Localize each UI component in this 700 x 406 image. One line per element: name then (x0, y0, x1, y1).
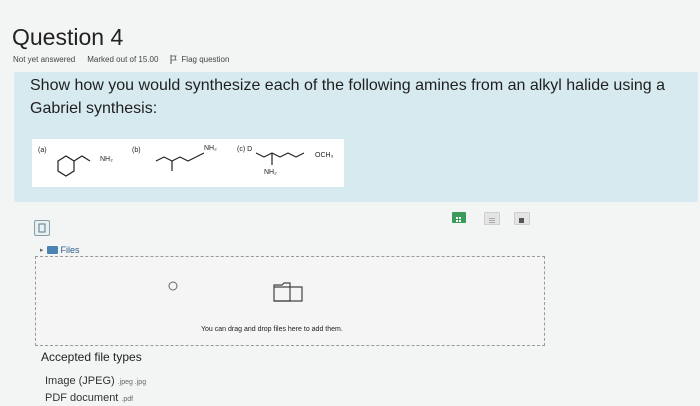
file-type-pdf: PDF document .pdf (45, 392, 133, 404)
structure-a-group: NH₂ (100, 156, 113, 163)
question-title: Question 4 (12, 24, 124, 50)
file-type-name: PDF document (45, 392, 119, 404)
view-list-button[interactable] (484, 212, 500, 225)
grid-icon (456, 217, 461, 222)
file-type-jpeg: Image (JPEG) .jpeg .jpg (45, 375, 146, 387)
list-icon (489, 218, 495, 223)
structure-b-label: (b) (132, 147, 141, 154)
marks-info: Marked out of 15.00 (87, 55, 159, 64)
file-type-ext: .jpeg .jpg (117, 379, 147, 386)
drop-instructions: You can drag and drop files here to add … (201, 326, 343, 333)
upload-folder-icon (273, 282, 303, 302)
cursor-hand-icon (168, 281, 178, 291)
structure-c-group-bottom: NH₂ (264, 169, 277, 176)
files-folder-label: Files (60, 245, 80, 255)
file-icon (38, 223, 46, 233)
question-text: Show how you would synthesize each of th… (30, 77, 666, 117)
expand-arrow-icon: ▸ (40, 247, 44, 254)
structure-c-label: (c) D (237, 146, 253, 153)
file-type-ext: .pdf (121, 396, 134, 403)
flag-question-link[interactable]: Flag question (170, 55, 229, 64)
folder-view-icon (519, 218, 524, 223)
structure-c-group-top: OCH₃ (315, 152, 334, 159)
files-folder[interactable]: ▸ Files (40, 245, 80, 255)
structure-b-group: NH₂ (204, 145, 217, 152)
flag-question-label: Flag question (181, 55, 230, 64)
file-type-name: Image (JPEG) (45, 375, 115, 387)
folder-icon (46, 246, 58, 254)
flag-icon (170, 55, 178, 64)
answer-status: Not yet answered (13, 55, 76, 64)
amine-structures-image: (a) NH₂ (b) NH₂ (c) D OCH₃ NH₂ (32, 139, 344, 187)
accepted-types-title: Accepted file types (41, 350, 142, 364)
question-meta: Not yet answered Marked out of 15.00 Fla… (13, 55, 229, 64)
structure-drawing (57, 152, 305, 177)
file-picker-button[interactable] (34, 220, 50, 236)
view-grid-button[interactable] (452, 212, 466, 223)
view-tree-button[interactable] (514, 212, 530, 225)
